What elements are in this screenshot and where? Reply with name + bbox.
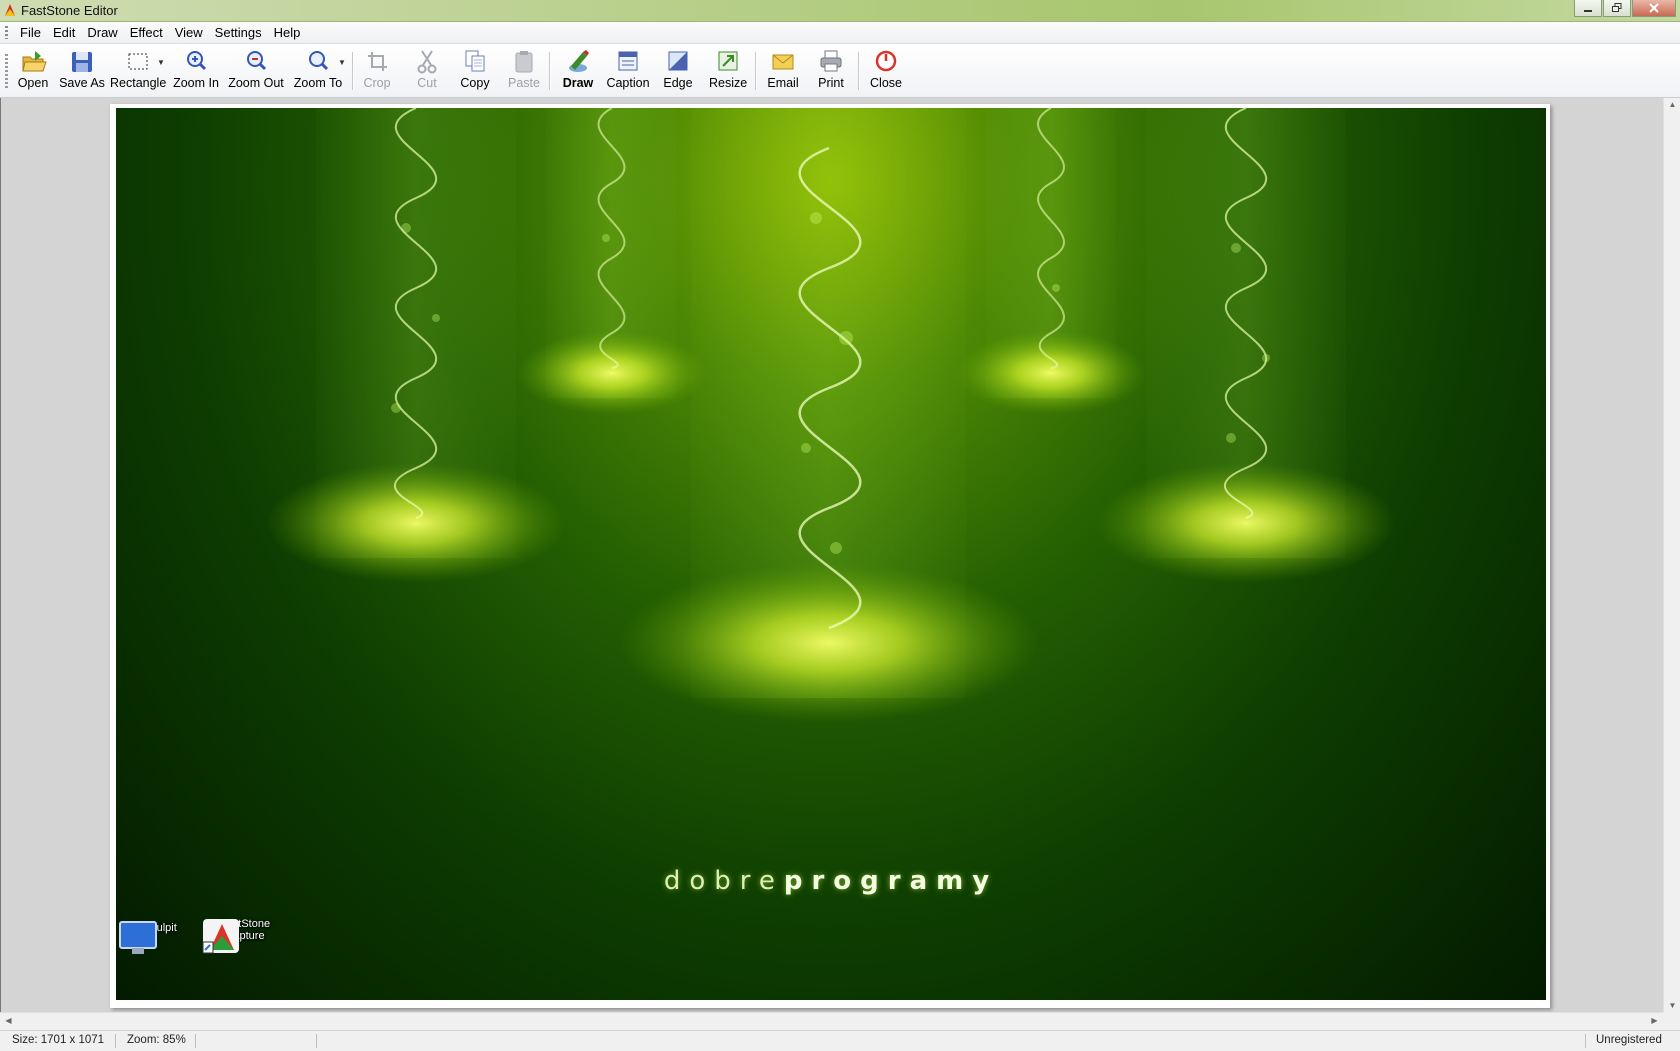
menu-bar: File Edit Draw Effect View Settings Help: [0, 22, 1680, 44]
status-image-size: Size: 1701 x 1071: [12, 1034, 105, 1046]
zoom-in-button[interactable]: Zoom In: [172, 48, 220, 94]
status-bar: Size: 1701 x 1071 Zoom: 85% Unregistered: [0, 1030, 1680, 1051]
status-separator: [115, 1034, 116, 1048]
toolbar: Open Save As Rectangle ▼ Zoom In Zoom Ou…: [0, 44, 1680, 98]
status-separator: [195, 1034, 196, 1048]
status-separator: [316, 1034, 317, 1048]
close-icon: [1649, 3, 1659, 13]
zoom-to-dropdown-icon[interactable]: ▼: [338, 58, 346, 67]
menu-edit[interactable]: Edit: [47, 25, 81, 40]
crop-button[interactable]: Crop: [360, 48, 394, 94]
status-zoom: Zoom: 85%: [127, 1034, 186, 1046]
draw-pen-icon: [569, 50, 589, 72]
toolbar-separator: [858, 52, 860, 90]
scroll-left-icon[interactable]: ◀: [0, 1016, 17, 1025]
faststone-app-icon: [5, 4, 15, 16]
zoom-in-icon: [187, 51, 207, 71]
restore-icon: [1612, 3, 1622, 12]
scroll-down-icon[interactable]: ▼: [1664, 1001, 1680, 1010]
menu-effect[interactable]: Effect: [124, 25, 169, 40]
resize-icon: [718, 51, 738, 71]
horizontal-scrollbar[interactable]: ◀ ▶: [0, 1012, 1663, 1030]
status-registration: Unregistered: [1596, 1034, 1662, 1046]
scroll-right-icon[interactable]: ▶: [1646, 1016, 1663, 1025]
brand-light: dobre: [663, 866, 784, 896]
zoom-to-button[interactable]: Zoom To: [292, 48, 344, 94]
zoom-out-icon: [247, 51, 267, 71]
print-button[interactable]: Print: [816, 48, 846, 94]
scroll-up-icon[interactable]: ▲: [1664, 100, 1680, 109]
rectangle-dropdown-icon[interactable]: ▼: [157, 58, 165, 67]
minimize-icon: [1584, 10, 1592, 12]
vertical-scrollbar[interactable]: ▲ ▼: [1663, 98, 1680, 1012]
email-button[interactable]: Email: [766, 48, 800, 94]
window-title: FastStone Editor: [21, 3, 118, 18]
menu-settings[interactable]: Settings: [209, 25, 268, 40]
crop-icon: [368, 52, 387, 71]
resize-button[interactable]: Resize: [709, 48, 747, 94]
scrollbar-corner: [1663, 1012, 1680, 1029]
printer-icon: [820, 50, 842, 72]
menu-draw[interactable]: Draw: [81, 25, 123, 40]
caption-icon: [618, 51, 638, 71]
power-icon: [875, 50, 897, 72]
close-editor-button[interactable]: Close: [869, 48, 903, 94]
copy-icon: [465, 50, 485, 72]
close-window-button[interactable]: [1632, 0, 1676, 17]
toolbar-separator: [755, 52, 757, 90]
open-button[interactable]: Open: [14, 48, 52, 94]
desktop-icon-faststone-capture: FastStone Capture: [200, 916, 290, 954]
zoom-out-button[interactable]: Zoom Out: [226, 48, 286, 94]
wallpaper-brand-text: dobreprogramy: [116, 866, 1546, 896]
edited-image[interactable]: dobreprogramy Pulpit FastStone Capture: [116, 108, 1546, 1000]
rectangle-select-button[interactable]: Rectangle: [110, 48, 166, 94]
minimize-button[interactable]: [1574, 0, 1602, 17]
save-disk-icon: [72, 52, 92, 72]
edge-button[interactable]: Edge: [661, 48, 695, 94]
brand-bold: programy: [783, 866, 999, 896]
monitor-icon: [119, 921, 157, 954]
email-envelope-icon: [772, 54, 794, 70]
menu-file[interactable]: File: [14, 25, 47, 40]
rectangle-select-icon: [128, 53, 148, 70]
status-separator: [1585, 1034, 1586, 1048]
canvas-left-border: [0, 98, 1, 1012]
toolbar-grip: [5, 54, 8, 88]
save-as-button[interactable]: Save As: [58, 48, 106, 94]
paste-button[interactable]: Paste: [508, 48, 540, 94]
restore-button[interactable]: [1603, 0, 1631, 17]
draw-button[interactable]: Draw: [560, 48, 596, 94]
cut-button[interactable]: Cut: [412, 48, 442, 94]
toolbar-separator: [549, 52, 551, 90]
zoom-to-icon: [309, 51, 329, 71]
scissors-icon: [417, 50, 437, 74]
copy-button[interactable]: Copy: [459, 48, 491, 94]
edge-icon: [668, 51, 688, 71]
caption-button[interactable]: Caption: [606, 48, 650, 94]
open-folder-icon: [22, 51, 47, 72]
title-bar: FastStone Editor: [0, 0, 1680, 22]
paste-clipboard-icon: [515, 51, 533, 73]
faststone-capture-icon: [202, 919, 239, 954]
menu-view[interactable]: View: [169, 25, 209, 40]
menu-grip: [5, 26, 8, 39]
toolbar-separator: [352, 52, 354, 90]
menu-help[interactable]: Help: [268, 25, 307, 40]
desktop-icon-pulpit: Pulpit: [118, 920, 208, 954]
